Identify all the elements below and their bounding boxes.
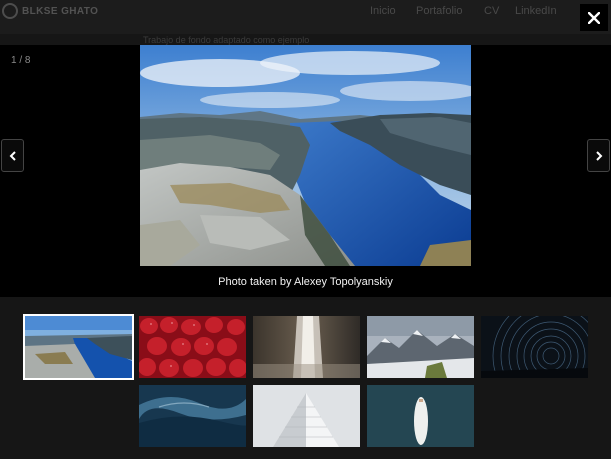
nav-item-inicio: Inicio <box>370 5 396 17</box>
thumbnail-strawberries[interactable] <box>139 316 246 378</box>
site-logo: BLKSE GHATO <box>2 3 98 19</box>
thumbnail-surfboard[interactable] <box>367 385 474 447</box>
fjord-thumbnail-image <box>25 316 132 378</box>
next-button[interactable] <box>587 139 610 172</box>
thumbnail-ocean-wave[interactable] <box>139 385 246 447</box>
strawberries-thumbnail-image <box>139 316 246 378</box>
thumbnail-fjord[interactable] <box>23 314 134 380</box>
page-subtitle: Trabajo de fondo adaptado como ejemplo <box>143 35 310 45</box>
thumbnail-waterfall[interactable] <box>253 316 360 378</box>
snowy-mountains-thumbnail-image <box>367 316 474 378</box>
logo-text: BLKSE GHATO <box>22 5 99 17</box>
waterfall-thumbnail-image <box>253 316 360 378</box>
main-photo <box>140 45 471 266</box>
ocean-wave-thumbnail-image <box>139 385 246 447</box>
star-trails-thumbnail-image <box>481 316 588 378</box>
close-button[interactable] <box>580 4 608 31</box>
close-icon <box>588 11 600 24</box>
white-pyramid-thumbnail-image <box>253 385 360 447</box>
previous-button[interactable] <box>1 139 24 172</box>
image-counter: 1 / 8 <box>11 55 31 66</box>
chevron-right-icon <box>595 150 602 161</box>
surfboard-thumbnail-image <box>367 385 474 447</box>
nav-item-linkedin: LinkedIn <box>515 5 557 17</box>
nav-item-portafolio: Portafolio <box>416 5 463 17</box>
nav-item-cv: CV <box>484 5 500 17</box>
site-header: BLKSE GHATO Inicio Portafolio CV LinkedI… <box>0 0 611 34</box>
photo-caption: Photo taken by Alexey Topolyanskiy <box>218 276 393 288</box>
thumbnail-snowy-mountains[interactable] <box>367 316 474 378</box>
chevron-left-icon <box>9 150 16 161</box>
thumbnail-star-trails[interactable] <box>481 316 588 378</box>
logo-mark-icon <box>2 3 18 19</box>
thumbnail-white-pyramid[interactable] <box>253 385 360 447</box>
